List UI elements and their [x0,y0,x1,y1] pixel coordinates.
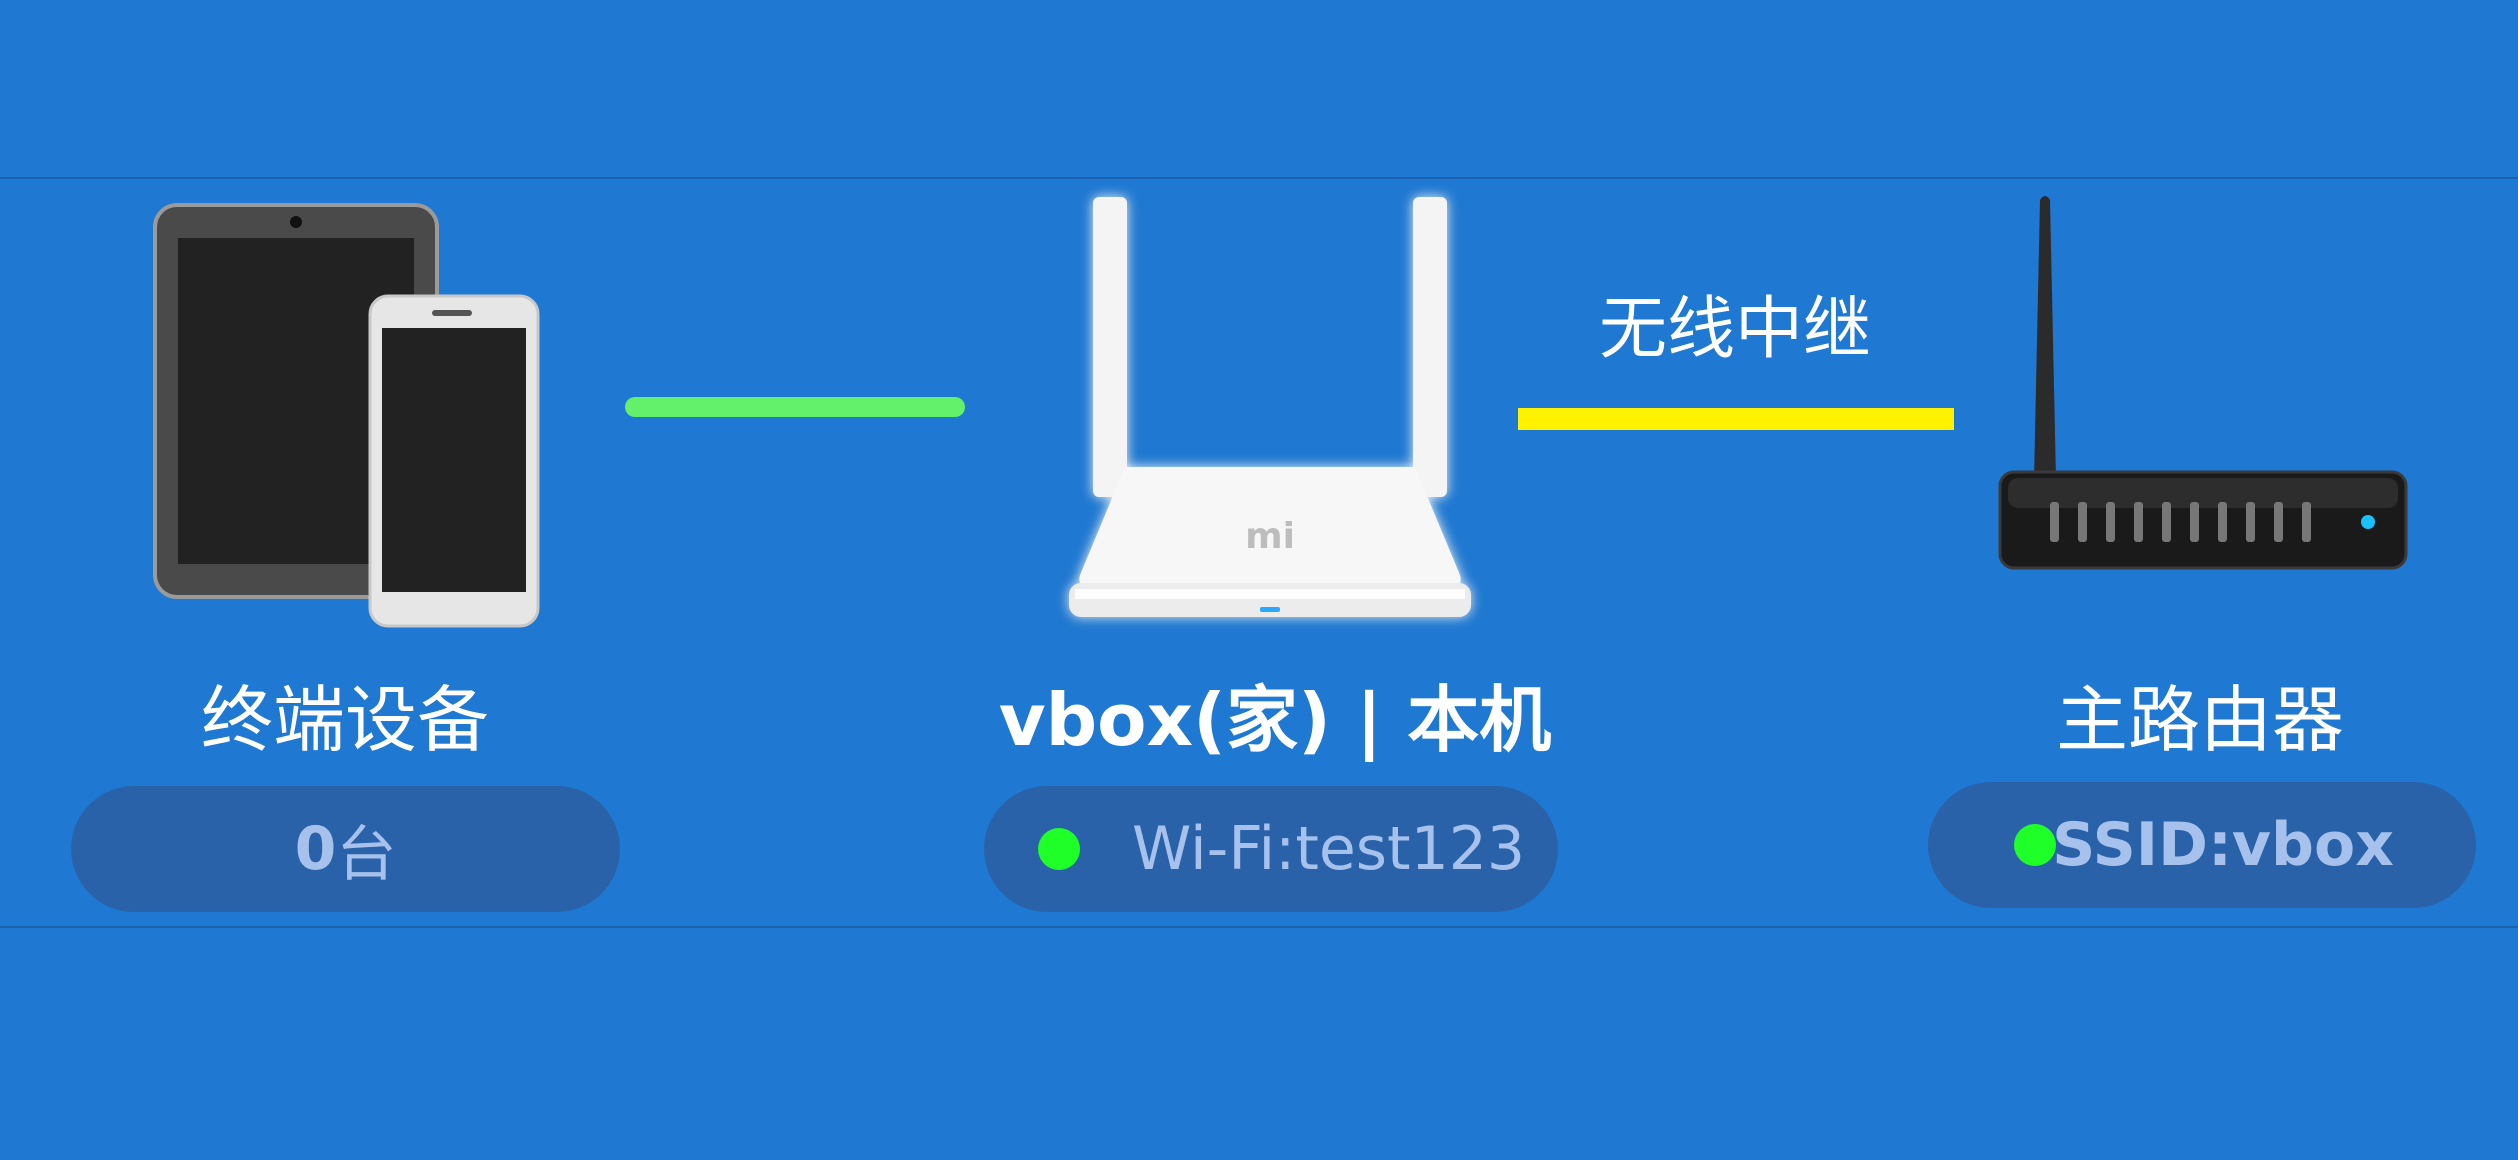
ssid-info-pill[interactable]: SSID:vbox [1928,782,2476,908]
wifi-info-pill[interactable]: Wi-Fi:test123 [984,786,1558,912]
relay-label: 无线中继 [1598,290,1871,369]
ssid-status-dot [2014,824,2057,866]
tablet-phone-graphic [153,203,540,628]
wifi-name-text: Wi-Fi:test123 [1132,814,1526,884]
terminal-devices-label: 终端设备 [200,678,489,762]
router-antenna-graphic [1998,196,2408,570]
local-router-label: vbox(家) | 本机 [998,678,1552,762]
relay-link-line [1518,408,1954,430]
terminal-link-line [625,397,965,417]
router-antenna-icon[interactable] [1990,190,2430,580]
device-count-unit: 台 [336,819,397,890]
device-count-number: 0 [294,814,337,884]
mi-router-icon[interactable]: mi [1055,185,1485,645]
top-divider [0,177,2518,179]
tablet-phone-icon[interactable] [150,200,540,630]
bottom-divider [0,926,2518,928]
ssid-text: SSID:vbox [2052,810,2394,880]
svg-text:mi: mi [1245,516,1295,557]
mi-router-graphic: mi [1069,197,1471,617]
main-router-label: 主路由器 [2055,678,2344,762]
wifi-status-dot [1038,828,1080,870]
device-count-pill[interactable]: 0台 [71,786,620,912]
